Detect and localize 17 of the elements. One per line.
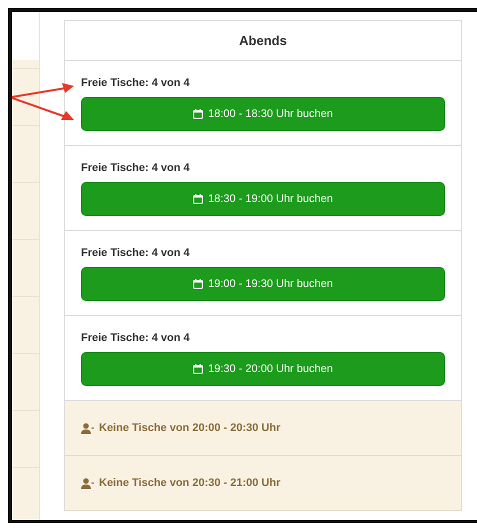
book-button[interactable]: 18:00 - 18:30 Uhr buchen	[81, 97, 445, 131]
book-button[interactable]: 19:30 - 20:00 Uhr buchen	[81, 352, 445, 386]
user-icon	[81, 422, 94, 434]
no-tables-label: Keine Tische von 20:30 - 21:00 Uhr	[99, 477, 280, 489]
free-tables-label: Freie Tische: 4 von 4	[81, 77, 190, 89]
book-button[interactable]: 18:30 - 19:00 Uhr buchen	[81, 182, 445, 216]
calendar-icon	[193, 109, 204, 119]
free-tables-label: Freie Tische: 4 von 4	[81, 162, 190, 174]
calendar-icon	[193, 194, 204, 204]
calendar-icon	[193, 279, 204, 289]
panel-title: Abends	[65, 21, 461, 61]
free-tables-label: Freie Tische: 4 von 4	[81, 247, 190, 259]
no-tables-label: Keine Tische von 20:00 - 20:30 Uhr	[99, 422, 280, 434]
calendar-icon	[193, 364, 204, 374]
free-tables-label: Freie Tische: 4 von 4	[81, 332, 190, 344]
book-button[interactable]: 19:00 - 19:30 Uhr buchen	[81, 267, 445, 301]
user-icon	[81, 478, 94, 488]
